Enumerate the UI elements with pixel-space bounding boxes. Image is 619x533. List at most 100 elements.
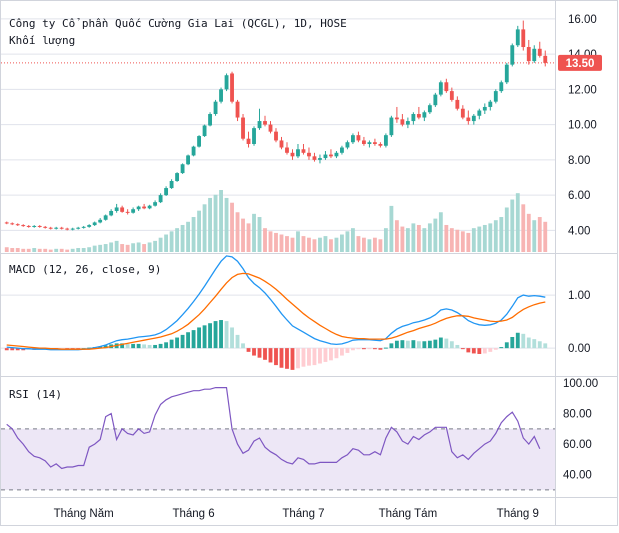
volume-bar — [400, 226, 405, 252]
candle-body — [21, 225, 26, 227]
macd-histogram-bar — [389, 343, 394, 349]
candle-body — [180, 164, 185, 174]
volume-bar — [367, 239, 372, 252]
candle-body — [482, 106, 487, 111]
macd-histogram-bar — [208, 323, 212, 349]
rsi-axis-tick: 40.00 — [563, 470, 592, 482]
macd-histogram-bar — [257, 348, 262, 358]
volume-bar — [274, 232, 278, 252]
volume-bar — [488, 223, 493, 252]
candle-body — [191, 146, 196, 156]
volume-bar — [290, 237, 295, 252]
candle-body — [526, 47, 531, 62]
rsi-band — [1, 428, 555, 491]
volume-bar — [394, 220, 399, 252]
time-axis-tick: Tháng 9 — [497, 508, 539, 520]
macd-histogram-bar — [252, 348, 256, 356]
volume-bar — [103, 244, 108, 252]
volume-bar — [526, 213, 531, 252]
candle-body — [54, 227, 59, 229]
stock-chart[interactable]: 16.0014.0012.0010.008.006.004.001.000.00… — [0, 0, 619, 533]
macd-histogram-bar — [521, 333, 526, 349]
volume-bar — [257, 217, 262, 252]
volume-bar — [466, 232, 471, 252]
volume-bar — [433, 218, 438, 252]
volume-bar — [26, 248, 31, 252]
volume-bar — [318, 237, 322, 252]
candle-body — [361, 140, 366, 144]
macd-histogram-bar — [345, 348, 350, 353]
time-axis-tick: Tháng 6 — [172, 508, 214, 520]
candle-body — [307, 152, 311, 157]
candle-body — [493, 91, 498, 102]
candle-body — [186, 155, 191, 165]
candle-body — [136, 206, 141, 210]
candle-body — [515, 29, 520, 46]
candle-body — [263, 121, 267, 125]
volume-bar — [279, 234, 284, 252]
volume-bar — [109, 242, 114, 252]
volume-bar — [543, 221, 548, 252]
macd-label: MACD (12, 26, close, 9) — [9, 263, 161, 276]
volume-bar — [175, 228, 180, 252]
candle — [213, 99, 218, 116]
price-axis-tick: 4.00 — [568, 225, 590, 237]
volume-bar — [81, 248, 86, 252]
macd-histogram-bar — [230, 327, 234, 349]
macd-histogram-bar — [367, 348, 372, 350]
candle — [191, 145, 196, 157]
macd-histogram-bar — [543, 343, 548, 349]
candle-body — [224, 75, 229, 90]
volume-bar — [356, 236, 361, 252]
candle-body — [499, 82, 504, 92]
macd-histogram-bar — [482, 348, 487, 354]
volume-bar — [477, 226, 482, 252]
candle-body — [329, 154, 333, 157]
macd-histogram-bar — [334, 348, 339, 359]
candle-body — [340, 147, 344, 153]
volume-bar — [422, 228, 427, 252]
candle-body — [230, 73, 234, 102]
candle-body — [235, 101, 240, 118]
volume-bar — [131, 243, 136, 252]
candle-body — [268, 124, 273, 132]
price-axis-tick: 8.00 — [568, 155, 590, 167]
candle-body — [26, 225, 31, 227]
candle-body — [466, 117, 471, 122]
candle — [175, 172, 180, 182]
candle-body — [37, 225, 42, 227]
volume-bar — [70, 248, 75, 252]
chart-canvas[interactable]: 16.0014.0012.0010.008.006.004.001.000.00… — [0, 0, 619, 533]
macd-histogram-bar — [504, 342, 509, 349]
macd-histogram-bar — [136, 343, 141, 349]
volume-bar — [334, 237, 339, 252]
macd-histogram-bar — [131, 343, 136, 349]
volume-bar — [389, 205, 394, 252]
macd-histogram-bar — [449, 341, 454, 349]
volume-bar — [10, 248, 15, 252]
macd-histogram-bar — [10, 348, 15, 351]
candle-body — [59, 227, 64, 229]
candle — [504, 62, 509, 85]
candle — [389, 115, 394, 137]
macd-histogram-bar — [438, 337, 443, 349]
volume-bar — [65, 249, 70, 252]
macd-histogram-bar — [405, 340, 410, 349]
volume-bar — [92, 245, 97, 252]
candle — [230, 71, 234, 104]
volume-bar — [411, 223, 416, 252]
candle-body — [372, 142, 377, 144]
candle-body — [87, 225, 92, 227]
macd-histogram-bar — [510, 337, 515, 349]
macd-histogram-bar — [466, 348, 471, 353]
volume-bar — [340, 234, 344, 252]
macd-histogram-bar — [191, 330, 196, 349]
macd-histogram-bar — [471, 348, 476, 354]
volume-bar — [323, 236, 328, 252]
candle-body — [318, 158, 322, 160]
volume-bar — [208, 197, 212, 252]
volume-label: Khối lượng — [9, 34, 75, 47]
candle — [252, 126, 256, 146]
candle — [241, 114, 245, 141]
rsi-axis-tick: 80.00 — [563, 409, 592, 421]
